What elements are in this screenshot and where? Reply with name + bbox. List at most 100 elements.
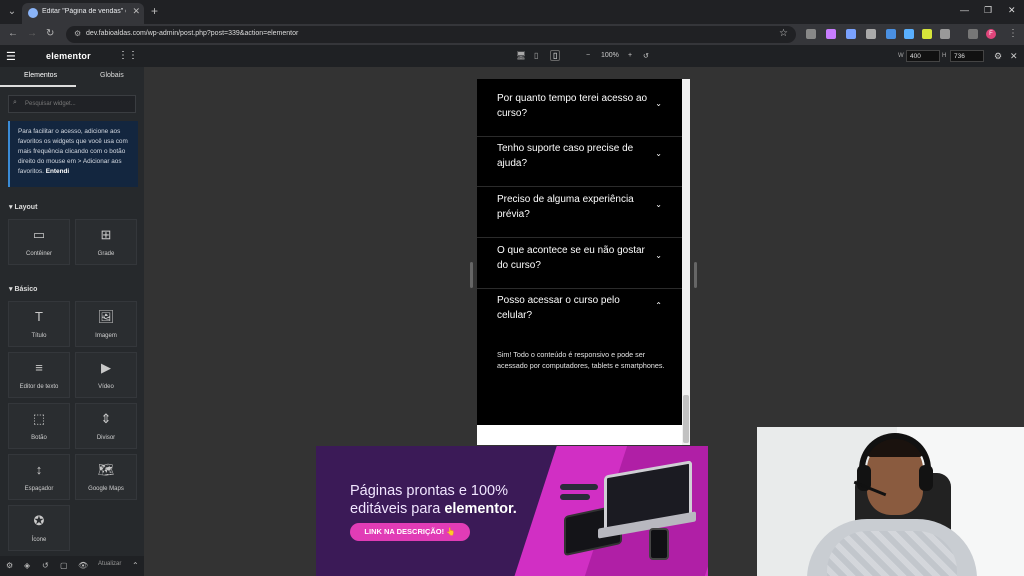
widget-image[interactable]: 🖼 Imagem xyxy=(75,301,137,347)
extension-icon[interactable] xyxy=(826,29,836,39)
widget-grid[interactable]: ⊞ Grade xyxy=(75,219,137,265)
widget-text-editor[interactable]: ≡ Editor de texto xyxy=(8,352,70,398)
new-tab-icon[interactable]: + xyxy=(151,4,158,18)
scrollbar-thumb[interactable] xyxy=(683,395,689,443)
resize-handle-left[interactable] xyxy=(470,262,473,288)
ui-chip xyxy=(560,494,590,500)
section-layout-header[interactable]: ▾ Layout xyxy=(9,203,37,211)
elementor-logo: elementor xyxy=(46,51,91,61)
search-icon: ⌕ xyxy=(13,99,17,106)
faq-item[interactable]: Tenho suporte caso precise de ajuda? ⌄ xyxy=(477,141,682,187)
maximize-icon[interactable]: ❐ xyxy=(984,5,992,16)
webcam-overlay xyxy=(757,427,1024,576)
spacer-icon: ↕ xyxy=(35,462,43,477)
zoom-out-icon[interactable]: − xyxy=(586,52,590,59)
widgets-grid-icon[interactable]: ⋮⋮ xyxy=(118,50,138,61)
extension-icon[interactable] xyxy=(866,29,876,39)
panel-footer: ⚙ ◈ ↺ ▢ 👁 Atualizar ⌃ xyxy=(0,556,144,576)
faq-question: Preciso de alguma experiência prévia? xyxy=(497,194,634,220)
image-icon: 🖼 xyxy=(97,309,115,324)
back-icon[interactable]: ← xyxy=(8,28,18,39)
eyedropper-icon[interactable] xyxy=(806,29,816,39)
extension-icon[interactable] xyxy=(904,29,914,39)
widget-spacer[interactable]: ↕ Espaçador xyxy=(8,454,70,500)
responsive-toolbar: 🖥 ▯ ▯ − 100% + ↺ W 400 H 736 ⚙ ✕ xyxy=(144,45,1024,67)
mobile-preview-frame: Por quanto tempo terei acesso ao curso? … xyxy=(477,79,690,445)
section-basic-header[interactable]: ▾ Básico xyxy=(9,285,37,293)
extension-icon[interactable] xyxy=(846,29,856,39)
chevron-up-icon: ⌃ xyxy=(655,301,662,310)
omnibox[interactable]: ⚙ dev.fabioaldas.com/wp-admin/post.php?p… xyxy=(66,26,796,43)
faq-answer: Sim! Todo o conteúdo é responsivo e pode… xyxy=(497,350,665,370)
height-input[interactable]: 736 xyxy=(950,50,984,62)
zoom-in-icon[interactable]: + xyxy=(628,52,632,59)
banner-headline: Páginas prontas e 100% editáveis para el… xyxy=(350,483,517,517)
puzzle-icon[interactable] xyxy=(940,29,950,39)
media-icon[interactable] xyxy=(968,29,978,39)
star-circle-icon: ✪ xyxy=(33,513,45,528)
width-input[interactable]: 400 xyxy=(906,50,940,62)
browser-tab[interactable]: Editar "Página de vendas" com ✕ xyxy=(22,3,144,24)
widget-search-input[interactable]: ⌕ Pesquisar widget... xyxy=(8,95,136,113)
widget-heading[interactable]: T Título xyxy=(8,301,70,347)
zoom-level: 100% xyxy=(601,52,619,59)
forward-icon[interactable]: → xyxy=(27,28,37,39)
tip-text: Para facilitar o acesso, adicione aos fa… xyxy=(18,128,128,175)
play-icon: ▶ xyxy=(101,360,111,375)
browser-menu-icon[interactable]: ⋮ xyxy=(1008,28,1018,39)
profile-avatar[interactable]: F xyxy=(986,29,996,39)
favorites-tip: Para facilitar o acesso, adicione aos fa… xyxy=(8,121,138,187)
panel-header: ☰ elementor ⋮⋮ xyxy=(0,45,144,67)
tip-dismiss-link[interactable]: Entendi xyxy=(46,168,69,175)
menu-icon[interactable]: ☰ xyxy=(6,50,16,63)
minimize-icon[interactable]: — xyxy=(960,5,969,15)
search-placeholder: Pesquisar widget... xyxy=(25,101,76,107)
tablet-icon[interactable]: ▯ xyxy=(534,51,538,60)
faq-item[interactable]: Por quanto tempo terei acesso ao curso? … xyxy=(477,91,682,137)
chevron-down-icon: ⌄ xyxy=(655,99,662,108)
site-info-icon[interactable]: ⚙ xyxy=(74,29,81,38)
responsive-icon[interactable]: ▢ xyxy=(60,561,68,570)
faq-item[interactable]: Preciso de alguma experiência prévia? ⌄ xyxy=(477,192,682,238)
resize-handle-right[interactable] xyxy=(694,262,697,288)
desktop-icon[interactable]: 🖥 xyxy=(516,51,526,60)
widget-divider[interactable]: ⇕ Divisor xyxy=(75,403,137,449)
extension-icon[interactable] xyxy=(886,29,896,39)
widget-container[interactable]: ▭ Contêiner xyxy=(8,219,70,265)
preview-eye-icon[interactable]: 👁 xyxy=(78,561,88,570)
reload-icon[interactable]: ↻ xyxy=(46,28,54,39)
text-lines-icon: ≡ xyxy=(35,360,43,375)
url-text: dev.fabioaldas.com/wp-admin/post.php?pos… xyxy=(86,30,299,37)
tab-search-icon[interactable]: ⌄ xyxy=(4,4,20,20)
mobile-icon[interactable]: ▯ xyxy=(550,50,561,61)
settings-icon[interactable]: ⚙ xyxy=(6,561,13,570)
faq-question: Tenho suporte caso precise de ajuda? xyxy=(497,143,634,169)
button-cursor-icon: ⬚ xyxy=(32,411,46,426)
extension-icon[interactable] xyxy=(922,29,932,39)
settings-gear-icon[interactable]: ⚙ xyxy=(994,51,1002,62)
widget-video[interactable]: ▶ Vídeo xyxy=(75,352,137,398)
wordpress-favicon-icon xyxy=(28,8,38,18)
tab-elementos[interactable]: Elementos xyxy=(24,72,57,79)
chevron-up-icon[interactable]: ⌃ xyxy=(132,561,139,570)
faq-item[interactable]: O que acontece se eu não gostar do curso… xyxy=(477,243,682,289)
headset-ear xyxy=(919,465,933,491)
bookmark-star-icon[interactable]: ☆ xyxy=(779,28,788,39)
frame-scrollbar[interactable] xyxy=(682,79,690,445)
close-window-icon[interactable]: ✕ xyxy=(1008,5,1016,16)
update-button[interactable]: Atualizar xyxy=(98,561,121,567)
close-preview-icon[interactable]: ✕ xyxy=(1010,51,1018,62)
tab-globais[interactable]: Globais xyxy=(100,72,124,79)
reset-zoom-icon[interactable]: ↺ xyxy=(643,52,649,60)
page-section-white xyxy=(477,425,682,445)
browser-tabbar: ⌄ Editar "Página de vendas" com ✕ + — ❐ … xyxy=(0,0,1024,24)
faq-item-open[interactable]: Posso acessar o curso pelo celular? ⌃ xyxy=(477,293,682,339)
layers-icon[interactable]: ◈ xyxy=(24,561,30,570)
widget-google-maps[interactable]: 🗺 Google Maps xyxy=(75,454,137,500)
widget-icon[interactable]: ✪ Ícone xyxy=(8,505,70,551)
widget-button[interactable]: ⬚ Botão xyxy=(8,403,70,449)
history-icon[interactable]: ↺ xyxy=(42,561,49,570)
tab-close-icon[interactable]: ✕ xyxy=(132,6,140,17)
ui-chip xyxy=(560,484,598,490)
height-label: H xyxy=(942,53,947,59)
